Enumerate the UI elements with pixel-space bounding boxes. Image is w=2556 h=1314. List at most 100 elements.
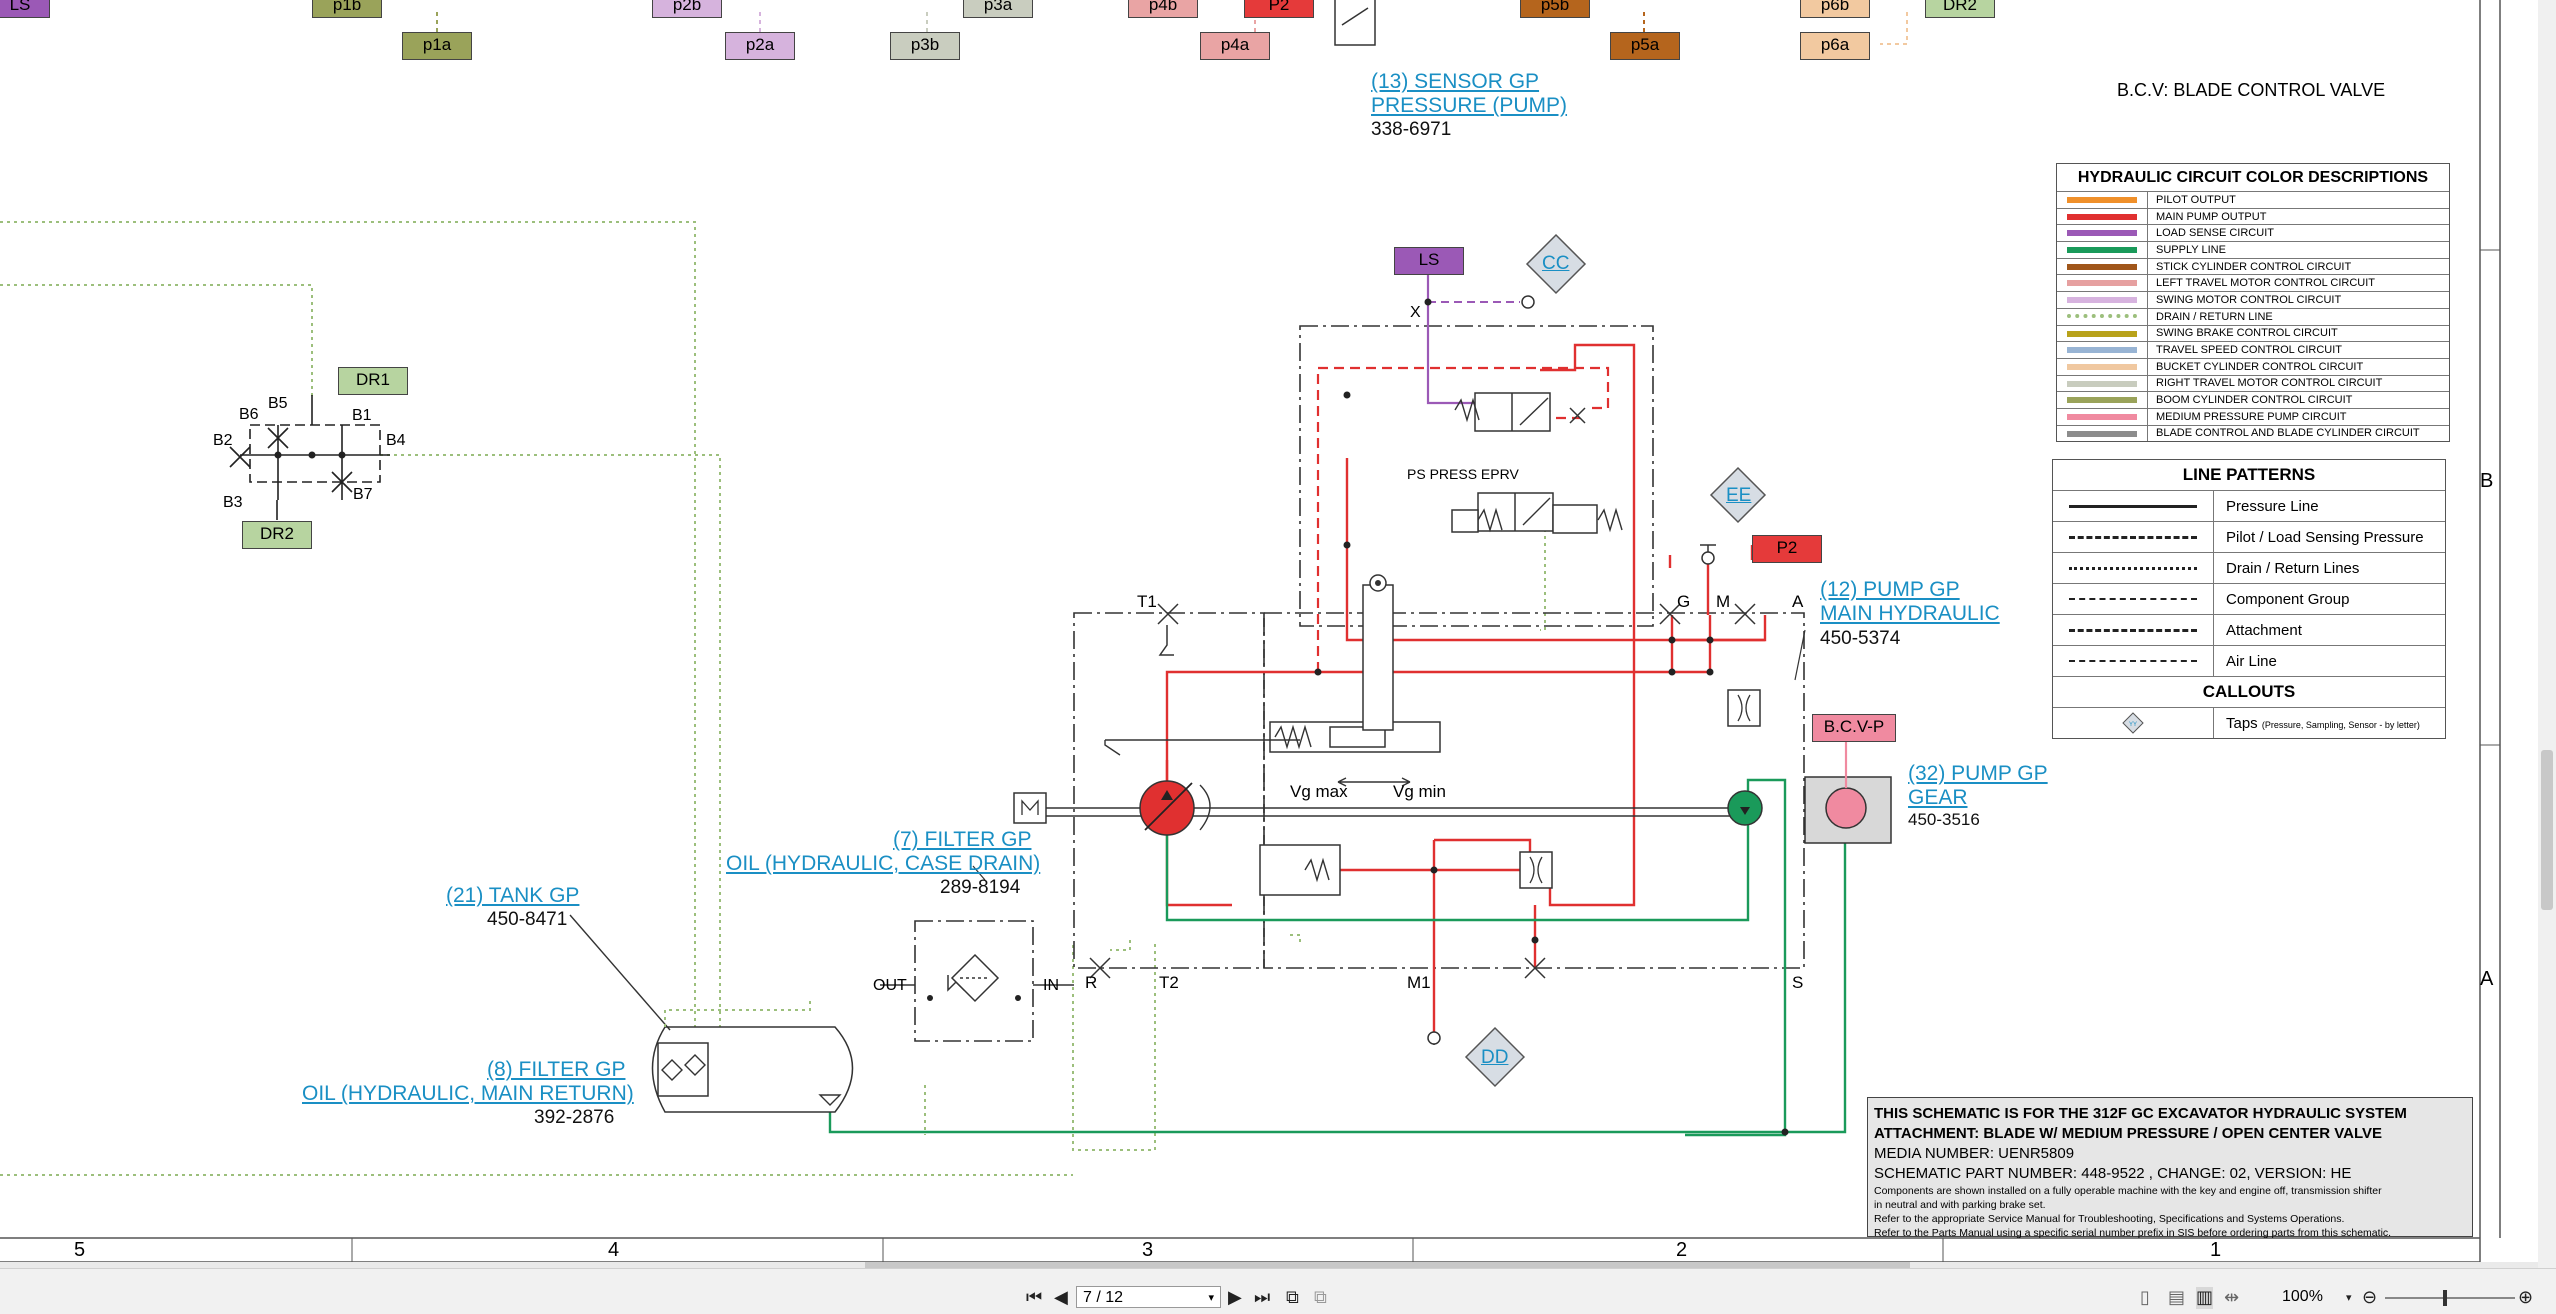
tag-p2-top: P2	[1244, 0, 1314, 18]
line-pattern-row: Attachment	[2053, 614, 2445, 645]
color-swatch	[2057, 258, 2148, 275]
pump-gear-link-2[interactable]: GEAR	[1908, 786, 1968, 810]
tag-ls-port: LS	[1394, 247, 1464, 275]
color-legend-label: TRAVEL SPEED CONTROL CIRCUIT	[2156, 344, 2343, 357]
tap-diamond-icon: YY	[2053, 708, 2214, 738]
color-swatch	[2057, 242, 2148, 258]
line-pattern-sample	[2053, 615, 2214, 645]
color-legend-row: TRAVEL SPEED CONTROL CIRCUIT	[2057, 341, 2449, 358]
filter-main-link-2[interactable]: OIL (HYDRAULIC, MAIN RETURN)	[302, 1082, 634, 1106]
label-m: M	[1716, 592, 1731, 611]
line-pattern-sample	[2053, 584, 2214, 614]
tag-p5b: p5b	[1520, 0, 1590, 18]
first-page-icon[interactable]: ⏮	[1026, 1287, 1042, 1309]
title-note-3: Refer to the appropriate Service Manual …	[1874, 1213, 2345, 1225]
copy-page-icon[interactable]: ⧉	[1286, 1287, 1299, 1309]
pump-main-link[interactable]: (12) PUMP GP	[1820, 578, 1960, 602]
callout-dd[interactable]: DD	[1481, 1046, 1508, 1070]
sensor-link-2[interactable]: PRESSURE (PUMP)	[1371, 94, 1567, 118]
tag-p5a: p5a	[1610, 32, 1680, 60]
prev-page-icon[interactable]: ◀	[1054, 1287, 1068, 1309]
color-legend-row: SUPPLY LINE	[2057, 241, 2449, 258]
filter-case-link-2[interactable]: OIL (HYDRAULIC, CASE DRAIN)	[726, 852, 1040, 876]
tag-dr2: DR2	[242, 521, 312, 549]
zone-2: 2	[1676, 1239, 1688, 1261]
callout-cc[interactable]: CC	[1542, 252, 1569, 276]
line-pattern-row: Air Line	[2053, 645, 2445, 676]
title-note-4: Refer to the Parts Manual using a specif…	[1874, 1227, 2392, 1239]
color-swatch	[2057, 325, 2148, 342]
tag-p6a: p6a	[1800, 32, 1870, 60]
zone-3: 3	[1142, 1239, 1154, 1261]
sensor-link[interactable]: (13) SENSOR GP	[1371, 70, 1539, 94]
zone-1: 1	[2210, 1239, 2222, 1261]
color-swatch	[2057, 375, 2148, 392]
color-legend-row: SWING MOTOR CONTROL CIRCUIT	[2057, 291, 2449, 308]
tag-p2b: p2b	[652, 0, 722, 18]
color-swatch	[2057, 208, 2148, 225]
line-pattern-label: Pilot / Load Sensing Pressure	[2226, 528, 2424, 546]
line-pattern-label: Component Group	[2226, 590, 2350, 608]
single-page-icon[interactable]: ▯	[2140, 1287, 2150, 1309]
tag-p1a: p1a	[402, 32, 472, 60]
color-legend-label: PILOT OUTPUT	[2156, 193, 2236, 206]
pump-main-link-2[interactable]: MAIN HYDRAULIC	[1820, 602, 2000, 626]
color-legend-row: LOAD SENSE CIRCUIT	[2057, 224, 2449, 242]
label-a: A	[1792, 592, 1804, 611]
color-legend-label: SWING MOTOR CONTROL CIRCUIT	[2156, 293, 2342, 306]
zone-4: 4	[608, 1239, 620, 1261]
next-page-icon[interactable]: ▶	[1228, 1287, 1242, 1309]
tag-dr1: DR1	[338, 367, 408, 395]
pump-gear-part-number: 450-3516	[1908, 810, 1980, 829]
title-note-1: Components are shown installed on a full…	[1874, 1185, 2382, 1197]
compare-page-icon[interactable]: ⧉	[1314, 1287, 1327, 1309]
line-pattern-sample	[2053, 522, 2214, 552]
label-t1: T1	[1137, 592, 1157, 611]
schematic-part-number: SCHEMATIC PART NUMBER: 448-9522 , CHANGE…	[1874, 1165, 2352, 1182]
taps-note: (Pressure, Sampling, Sensor - by letter)	[2261, 719, 2420, 730]
zoom-dropdown-icon[interactable]: ▾	[2346, 1287, 2352, 1309]
sensor-part-number: 338-6971	[1371, 119, 1452, 140]
last-page-icon[interactable]: ⏭	[1254, 1287, 1270, 1309]
color-legend-row: BLADE CONTROL AND BLADE CYLINDER CIRCUIT	[2057, 424, 2449, 442]
continuous-page-icon[interactable]: ▤	[2168, 1287, 2185, 1309]
color-legend-row: BUCKET CYLINDER CONTROL CIRCUIT	[2057, 357, 2449, 375]
color-legend-label: LOAD SENSE CIRCUIT	[2156, 227, 2274, 240]
zoom-slider[interactable]	[2385, 1297, 2515, 1299]
color-legend-title: HYDRAULIC CIRCUIT COLOR DESCRIPTIONS	[2077, 169, 2429, 186]
media-number: MEDIA NUMBER: UENR5809	[1874, 1145, 2075, 1162]
filter-main-part-number: 392-2876	[534, 1107, 615, 1128]
color-legend-row: LEFT TRAVEL MOTOR CONTROL CIRCUIT	[2057, 274, 2449, 292]
line-patterns-legend: LINE PATTERNS Pressure Line Pilot / Load …	[2052, 459, 2446, 739]
two-page-icon[interactable]: ▥	[2196, 1287, 2214, 1309]
line-pattern-label: Pressure Line	[2226, 497, 2319, 515]
zoom-level[interactable]: 100%	[2282, 1288, 2323, 1306]
filter-case-link[interactable]: (7) FILTER GP	[893, 828, 1031, 852]
zoom-out-icon[interactable]: ⊖	[2362, 1287, 2377, 1309]
tag-p4a: p4a	[1200, 32, 1270, 60]
tag-p2-port: P2	[1752, 535, 1822, 563]
label-t2: T2	[1159, 973, 1179, 992]
label-b6: B6	[239, 406, 259, 423]
pump-gear-link[interactable]: (32) PUMP GP	[1908, 762, 2048, 786]
taps-label: Taps	[2226, 714, 2258, 732]
zoom-in-icon[interactable]: ⊕	[2518, 1287, 2533, 1309]
zoom-slider-handle[interactable]	[2443, 1290, 2447, 1306]
zone-b: B	[2480, 470, 2494, 492]
page-number-input[interactable]: 7 / 12 ▾	[1076, 1286, 1221, 1308]
label-vg-min: Vg min	[1393, 782, 1446, 801]
tank-link[interactable]: (21) TANK GP	[446, 884, 579, 908]
color-swatch	[2057, 292, 2148, 308]
fit-width-icon[interactable]: ⇹	[2224, 1287, 2239, 1309]
callout-ee[interactable]: EE	[1726, 484, 1751, 508]
color-swatch	[2057, 342, 2148, 358]
tap-icon-text: YY	[2129, 722, 2137, 728]
label-vg-max: Vg max	[1290, 782, 1348, 801]
page-dropdown-icon[interactable]: ▾	[1208, 1287, 1214, 1309]
tag-p3b: p3b	[890, 32, 960, 60]
filter-main-link[interactable]: (8) FILTER GP	[487, 1058, 625, 1082]
label-b1: B1	[352, 407, 372, 424]
color-swatch	[2057, 308, 2148, 325]
label-b5: B5	[268, 395, 288, 412]
filter-case-part-number: 289-8194	[940, 877, 1021, 898]
